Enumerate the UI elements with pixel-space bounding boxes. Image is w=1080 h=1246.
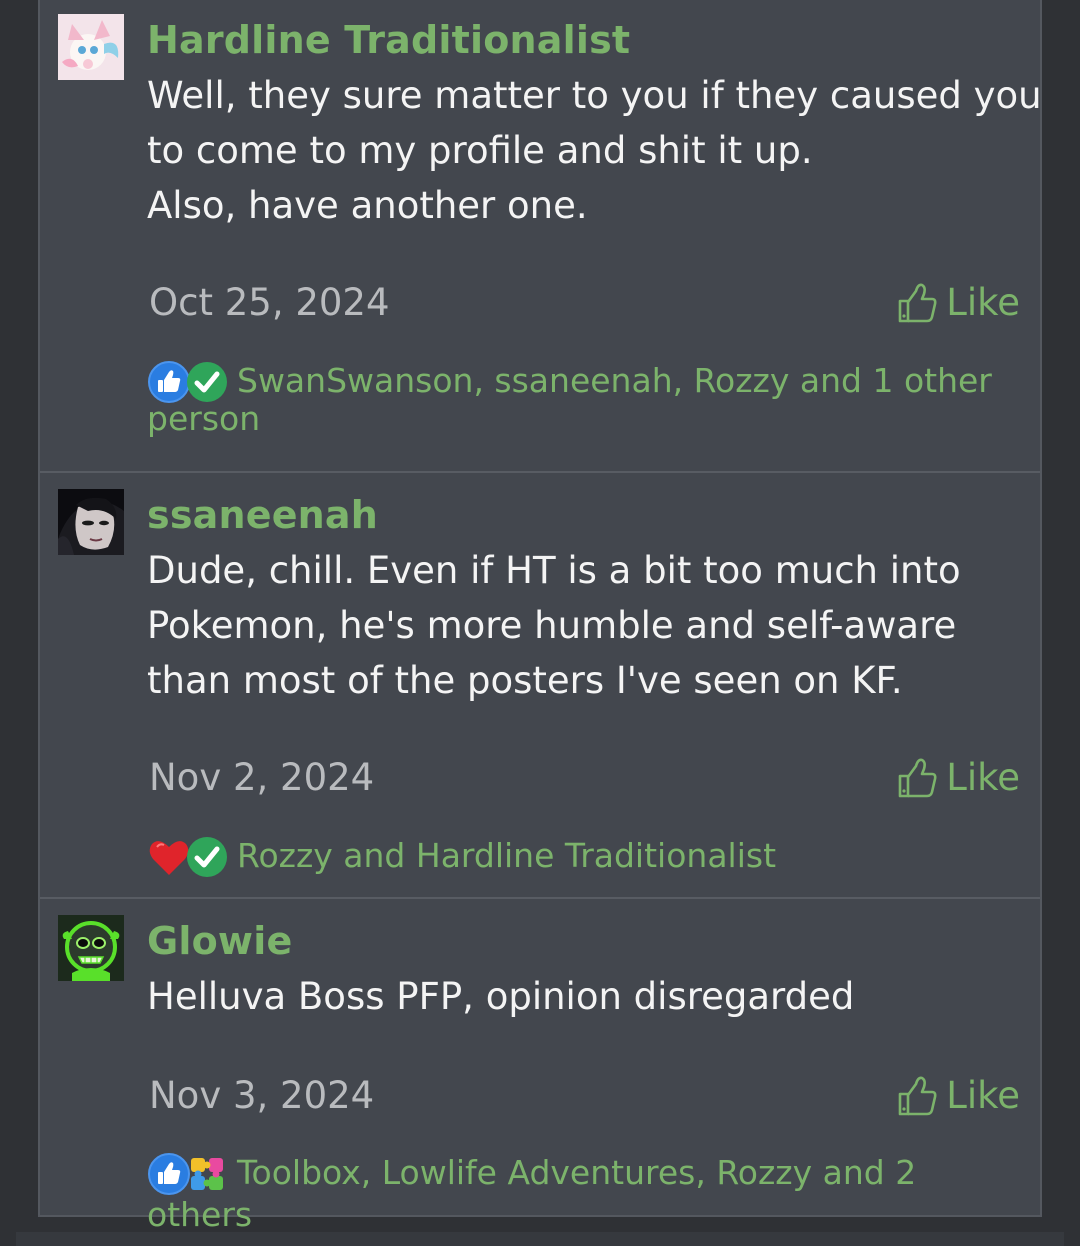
like-button[interactable]: Like — [896, 278, 1020, 328]
comment-body-line: Pokemon, he's more humble and self-aware — [147, 604, 957, 647]
reactions-summary[interactable]: SwanSwanson, ssaneenah, Rozzy and 1 othe… — [147, 360, 1020, 440]
comment: Glowie Helluva Boss PFP, opinion disrega… — [40, 899, 1040, 1234]
avatar[interactable] — [58, 489, 124, 555]
comment-username[interactable]: ssaneenah — [147, 491, 1020, 539]
comment-body-line: Well, they sure matter to you if they ca… — [147, 74, 1042, 117]
profile-comments-panel: Hardline Traditionalist Well, they sure … — [38, 0, 1042, 1234]
comment-meta-row: Oct 25, 2024 Like — [149, 278, 1020, 328]
comment-meta-row: Nov 3, 2024 Like — [149, 1071, 1020, 1121]
comment-username[interactable]: Hardline Traditionalist — [147, 16, 1020, 64]
comment-username[interactable]: Glowie — [147, 917, 1020, 965]
reaction-users-continued[interactable]: person — [147, 398, 1020, 440]
comment-body-line: to come to my profile and shit it up. — [147, 129, 813, 172]
avatar[interactable] — [58, 915, 124, 981]
reaction-users[interactable]: SwanSwanson, ssaneenah, Rozzy and 1 othe… — [237, 361, 992, 400]
thumbs-up-icon — [898, 758, 937, 798]
panel-footer-edge — [16, 1232, 1064, 1246]
comment-body-line: Helluva Boss PFP, opinion disregarded — [147, 975, 855, 1018]
reaction-icons — [147, 835, 231, 877]
avatar-image — [58, 915, 124, 981]
comment-body: Helluva Boss PFP, opinion disregarded — [147, 969, 1020, 1024]
comment-body-line: Dude, chill. Even if HT is a bit too muc… — [147, 549, 961, 592]
comment-date[interactable]: Nov 2, 2024 — [149, 753, 374, 803]
like-button[interactable]: Like — [896, 1071, 1020, 1121]
reaction-users[interactable]: Toolbox, Lowlife Adventures, Rozzy and 2… — [147, 1153, 916, 1234]
comment-body-line: Also, have another one. — [147, 184, 588, 227]
reactions-summary[interactable]: Rozzy and Hardline Traditionalist — [147, 835, 1020, 877]
comment-meta-row: Nov 2, 2024 Like — [149, 753, 1020, 803]
comment-body-line: than most of the posters I've seen on KF… — [147, 659, 903, 702]
reactions-summary[interactable]: Toolbox, Lowlife Adventures, Rozzy and 2… — [147, 1152, 1020, 1236]
checkmark-reaction-icon — [187, 362, 227, 402]
avatar[interactable] — [58, 14, 124, 80]
like-label: Like — [946, 281, 1020, 324]
avatar-image — [58, 14, 124, 80]
comment: Hardline Traditionalist Well, they sure … — [40, 0, 1042, 473]
reaction-icons — [147, 1152, 231, 1195]
like-button[interactable]: Like — [896, 753, 1020, 803]
comment-body: Dude, chill. Even if HT is a bit too muc… — [147, 543, 1020, 708]
thumbs-up-icon — [898, 1076, 937, 1116]
thumbs-up-icon — [898, 283, 937, 323]
avatar-image — [58, 489, 124, 555]
comment-date[interactable]: Nov 3, 2024 — [149, 1071, 374, 1121]
comment: ssaneenah Dude, chill. Even if HT is a b… — [40, 473, 1040, 899]
comment-date[interactable]: Oct 25, 2024 — [149, 278, 390, 328]
checkmark-reaction-icon — [187, 837, 227, 877]
puzzle-reaction-icon — [191, 1158, 223, 1190]
reaction-users[interactable]: Rozzy and Hardline Traditionalist — [237, 836, 776, 875]
reaction-icons — [147, 360, 231, 403]
comment-body: Well, they sure matter to you if they ca… — [147, 68, 1042, 233]
like-label: Like — [946, 756, 1020, 799]
like-label: Like — [946, 1074, 1020, 1117]
